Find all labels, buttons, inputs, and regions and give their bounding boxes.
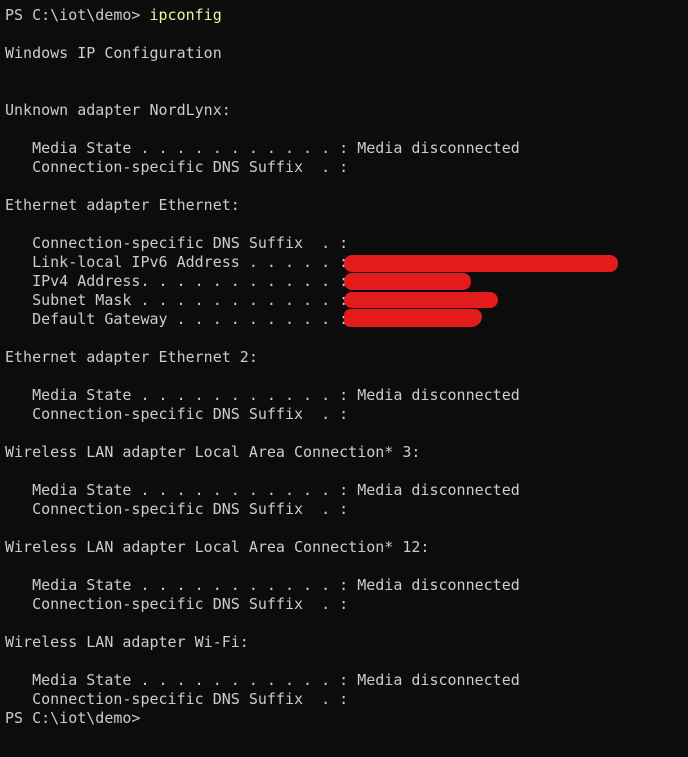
adapter-header: Wireless LAN adapter Wi-Fi: — [5, 633, 249, 651]
adapter-header: Wireless LAN adapter Local Area Connecti… — [5, 443, 421, 461]
redaction-ipv6 — [344, 255, 618, 272]
adapter-header: Wireless LAN adapter Local Area Connecti… — [5, 538, 430, 556]
adapter-line: Media State . . . . . . . . . . . : Medi… — [5, 576, 520, 594]
prompt-line: PS C:\iot\demo> ipconfig — [5, 6, 688, 25]
final-prompt-line[interactable]: PS C:\iot\demo> — [5, 709, 688, 728]
redaction-subnet — [344, 292, 498, 308]
adapter-line: Connection-specific DNS Suffix . : — [5, 595, 349, 613]
adapter-line: Connection-specific DNS Suffix . : — [5, 158, 349, 176]
adapter-header: Unknown adapter NordLynx: — [5, 101, 231, 119]
adapter-line: Connection-specific DNS Suffix . : — [5, 500, 349, 518]
adapter-line: Connection-specific DNS Suffix . : — [5, 405, 349, 423]
redaction-ipv4 — [344, 273, 471, 290]
adapter-line: Media State . . . . . . . . . . . : Medi… — [5, 386, 520, 404]
output-title: Windows IP Configuration — [5, 44, 222, 62]
adapter-line: Connection-specific DNS Suffix . : — [5, 234, 349, 252]
adapter-line: Media State . . . . . . . . . . . : Medi… — [5, 671, 520, 689]
prompt-text: PS C:\iot\demo> — [5, 6, 150, 24]
command-text: ipconfig — [149, 6, 222, 24]
adapter-header: Ethernet adapter Ethernet: — [5, 196, 240, 214]
adapter-header: Ethernet adapter Ethernet 2: — [5, 348, 258, 366]
terminal-window[interactable]: PS C:\iot\demo> ipconfig Windows IP Conf… — [0, 0, 688, 757]
adapter-line: Media State . . . . . . . . . . . : Medi… — [5, 481, 520, 499]
adapter-line: Connection-specific DNS Suffix . : — [5, 690, 349, 708]
adapter-line: Media State . . . . . . . . . . . : Medi… — [5, 139, 520, 157]
redaction-gateway — [344, 309, 482, 327]
